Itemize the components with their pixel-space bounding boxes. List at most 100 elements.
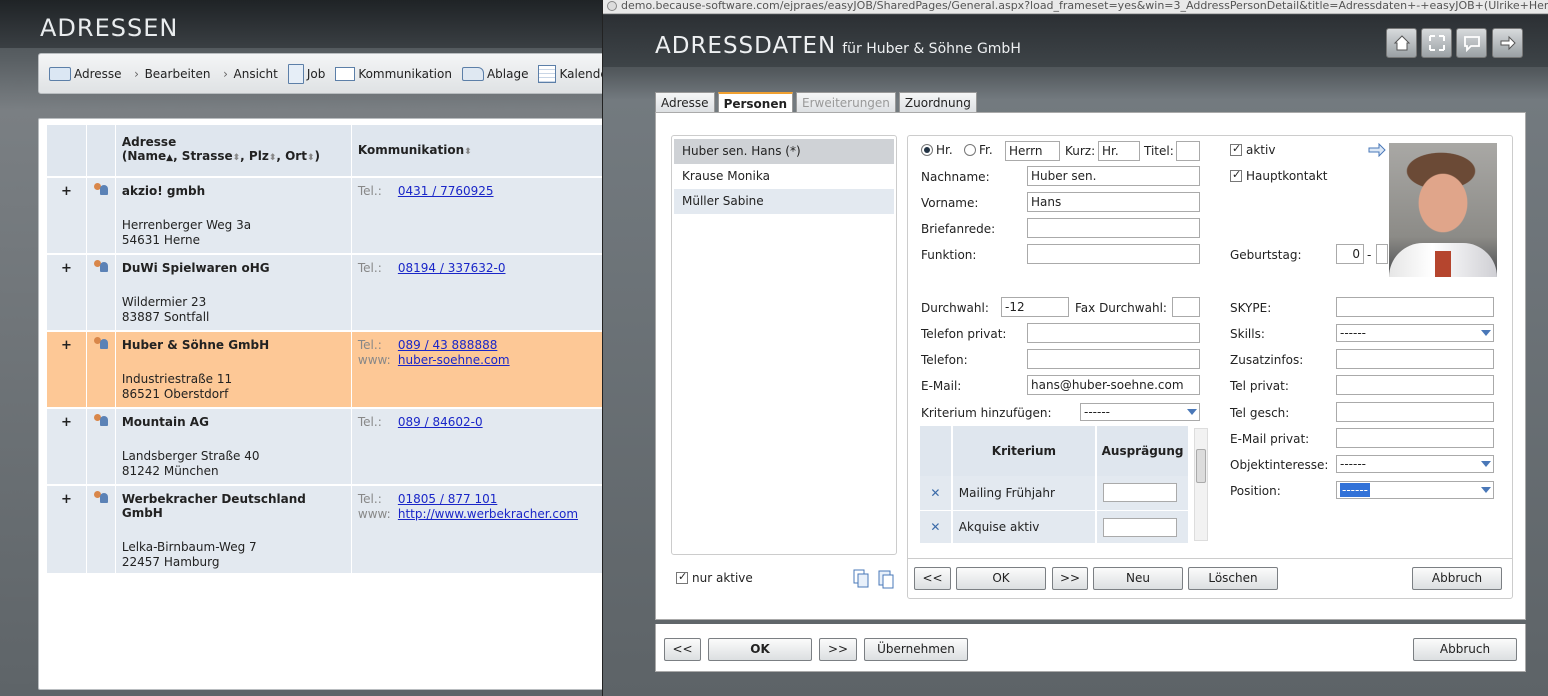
arrow-right-icon[interactable] xyxy=(1368,143,1386,157)
fax-durchwahl-field[interactable] xyxy=(1172,297,1200,317)
ok-person-button[interactable]: OK xyxy=(956,567,1046,590)
tel-gesch-field[interactable] xyxy=(1336,402,1494,422)
phone-link[interactable]: 01805 / 877 101 xyxy=(398,492,497,506)
telefon-field[interactable] xyxy=(1027,349,1200,369)
durchwahl-field[interactable]: -12 xyxy=(1001,297,1069,317)
sort-plz[interactable]: , Plz xyxy=(240,149,269,163)
briefanrede-field[interactable] xyxy=(1027,218,1200,238)
kriterium-select[interactable]: ------ xyxy=(1080,403,1200,421)
salutation-fr[interactable]: Fr. xyxy=(964,143,993,157)
paste-icon[interactable] xyxy=(878,569,894,589)
company-name[interactable]: akzio! gmbh xyxy=(122,184,345,198)
sort-name[interactable]: (Name xyxy=(122,149,166,163)
anrede-field[interactable]: Herrn xyxy=(1005,141,1060,161)
sort-ort[interactable]: , Ort xyxy=(276,149,307,163)
criteria-scrollbar[interactable] xyxy=(1194,428,1208,541)
tab-zuordnung[interactable]: Zuordnung xyxy=(898,92,977,113)
objektinteresse-select[interactable]: ------ xyxy=(1336,455,1494,473)
prev-person-button[interactable]: << xyxy=(914,567,951,590)
website-link[interactable]: http://www.werbekracher.com xyxy=(398,507,578,521)
toolbar-ablage[interactable]: Ablage xyxy=(461,66,528,81)
criteria-value-input[interactable] xyxy=(1103,517,1178,537)
position-select[interactable]: ------ xyxy=(1336,481,1494,499)
hauptkontakt-checkbox[interactable] xyxy=(1230,168,1242,182)
fullscreen-button[interactable] xyxy=(1421,28,1452,58)
hauptkontakt-toggle[interactable]: Hauptkontakt xyxy=(1230,168,1328,183)
ok-button[interactable]: OK xyxy=(708,638,812,661)
telefon-privat-field[interactable] xyxy=(1027,323,1200,343)
expand-button[interactable]: + xyxy=(47,254,87,332)
list-item[interactable]: Krause Monika xyxy=(674,164,894,189)
zusatzinfos-field[interactable] xyxy=(1336,349,1494,369)
criteria-value-input[interactable] xyxy=(1103,483,1178,503)
delete-person-button[interactable]: Löschen xyxy=(1188,567,1278,590)
aktiv-checkbox[interactable] xyxy=(1230,142,1242,156)
comment-button[interactable] xyxy=(1456,28,1487,58)
geburtstag-day-field[interactable]: 0 xyxy=(1336,244,1364,264)
list-item[interactable]: Müller Sabine xyxy=(674,189,894,214)
aktiv-toggle[interactable]: aktiv xyxy=(1230,142,1275,157)
company-name[interactable]: Werbekracher Deutschland GmbH xyxy=(122,492,345,520)
only-active-toggle[interactable]: nur aktive xyxy=(676,570,753,585)
nachname-field[interactable]: Huber sen. xyxy=(1027,166,1200,186)
remove-icon[interactable]: ✕ xyxy=(920,476,953,511)
phone-link[interactable]: 089 / 84602-0 xyxy=(398,415,483,429)
table-row[interactable]: + Werbekracher Deutschland GmbH Lelka-Bi… xyxy=(47,485,617,575)
phone-link[interactable]: 089 / 43 888888 xyxy=(398,338,497,352)
next-person-button[interactable]: >> xyxy=(1052,567,1088,590)
remove-icon[interactable]: ✕ xyxy=(920,510,953,543)
toolbar-adresse[interactable]: Adresse xyxy=(49,66,122,81)
home-button[interactable] xyxy=(1386,28,1417,58)
expand-button[interactable]: + xyxy=(47,408,87,486)
company-name[interactable]: Huber & Söhne GmbH xyxy=(122,338,345,352)
table-row[interactable]: + DuWi Spielwaren oHG Wildermier 23 8388… xyxy=(47,254,617,332)
list-item[interactable]: Huber sen. Hans (*) xyxy=(674,139,894,164)
objektinteresse-select-value: ------ xyxy=(1340,457,1366,471)
toolbar-bearbeiten[interactable]: › Bearbeiten xyxy=(132,67,210,81)
phone-link[interactable]: 0431 / 7760925 xyxy=(398,184,494,198)
scrollbar-thumb[interactable] xyxy=(1196,449,1206,483)
prev-button[interactable]: << xyxy=(664,638,701,661)
kurz-field[interactable]: Hr. xyxy=(1098,141,1140,161)
skills-select[interactable]: ------ xyxy=(1336,324,1494,342)
tab-adresse[interactable]: Adresse xyxy=(655,92,715,113)
header-adresse[interactable]: Adresse (Name▲, Strasse⬍, Plz⬍, Ort⬍) xyxy=(115,125,352,178)
table-row-selected[interactable]: + Huber & Söhne GmbH Industriestraße 11 … xyxy=(47,331,617,409)
toolbar-kommunikation[interactable]: Kommunikation xyxy=(335,66,452,81)
radio-fr[interactable] xyxy=(964,144,976,156)
cancel-button[interactable]: Abbruch xyxy=(1413,638,1517,661)
skype-field[interactable] xyxy=(1336,297,1494,317)
geburtstag-month-field[interactable] xyxy=(1376,244,1388,264)
tel-privat-field[interactable] xyxy=(1336,375,1494,395)
radio-hr[interactable] xyxy=(921,144,933,156)
sort-strasse[interactable]: , Strasse xyxy=(173,149,233,163)
expand-button[interactable]: + xyxy=(47,331,87,409)
email-privat-field[interactable] xyxy=(1336,428,1494,448)
exit-button[interactable] xyxy=(1492,28,1523,58)
tab-personen[interactable]: Personen xyxy=(717,92,794,114)
funktion-field[interactable] xyxy=(1027,244,1200,264)
toolbar-job[interactable]: Job xyxy=(287,63,325,84)
vorname-field[interactable]: Hans xyxy=(1027,192,1200,212)
copy-icon[interactable] xyxy=(853,569,869,589)
phone-link[interactable]: 08194 / 337632-0 xyxy=(398,261,506,275)
website-link[interactable]: huber-soehne.com xyxy=(398,353,510,367)
url-bar[interactable]: demo.because-software.com/ejpraes/easyJO… xyxy=(603,0,1548,14)
toolbar-ansicht[interactable]: › Ansicht xyxy=(221,67,278,81)
company-name[interactable]: DuWi Spielwaren oHG xyxy=(122,261,345,275)
new-person-button[interactable]: Neu xyxy=(1093,567,1183,590)
titel-field[interactable] xyxy=(1176,141,1200,161)
apply-button[interactable]: Übernehmen xyxy=(864,638,968,661)
email-field[interactable]: hans@huber-soehne.com xyxy=(1027,375,1200,395)
table-row[interactable]: + Mountain AG Landsberger Straße 40 8124… xyxy=(47,408,617,486)
expand-button[interactable]: + xyxy=(47,177,87,255)
cancel-person-button[interactable]: Abbruch xyxy=(1412,567,1502,590)
only-active-checkbox[interactable] xyxy=(676,570,688,584)
expand-button[interactable]: + xyxy=(47,485,87,575)
salutation-hr[interactable]: Hr. xyxy=(921,143,953,157)
header-kommunikation[interactable]: Kommunikation⬍ xyxy=(351,125,617,178)
company-name[interactable]: Mountain AG xyxy=(122,415,345,429)
next-button[interactable]: >> xyxy=(819,638,857,661)
contacts-icon xyxy=(93,413,109,427)
table-row[interactable]: + akzio! gmbh Herrenberger Weg 3a 54631 … xyxy=(47,177,617,255)
